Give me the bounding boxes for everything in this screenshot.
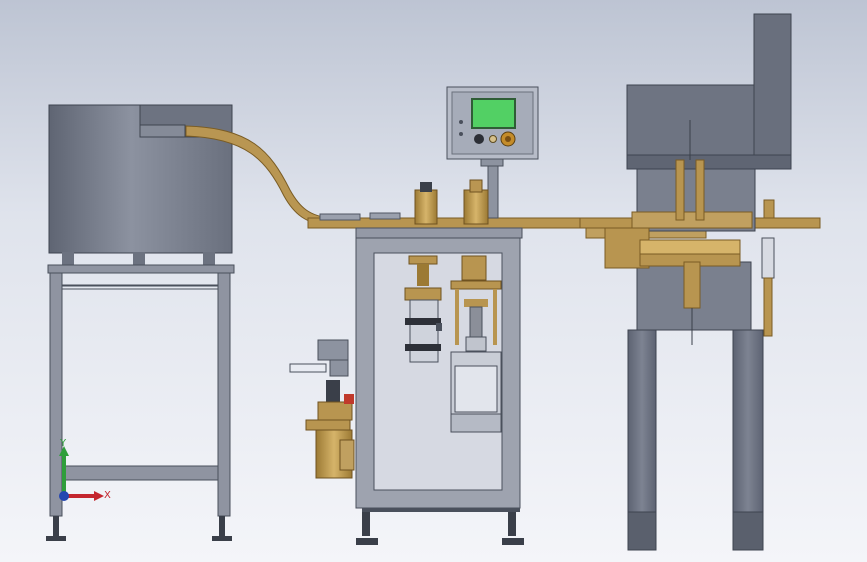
- control-panel: [446, 86, 539, 219]
- vibratory-bowl-feeder: [48, 104, 331, 266]
- press-cylinder-right: [450, 255, 502, 433]
- feeder-stand: [46, 264, 235, 541]
- y-axis-label: Y: [59, 438, 67, 449]
- pneumatic-unit: [289, 339, 355, 479]
- selector-knob: [474, 134, 484, 144]
- hmi-screen: [471, 98, 516, 129]
- right-workstation: [604, 13, 792, 551]
- machine-drawing: Y X: [46, 13, 821, 551]
- cad-viewport[interactable]: Y X: [0, 0, 867, 562]
- x-axis-label: X: [104, 490, 111, 501]
